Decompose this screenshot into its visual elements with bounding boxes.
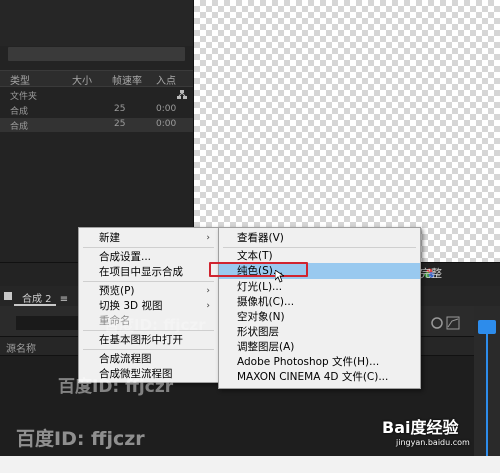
menu-item-viewer[interactable]: 查看器(V) bbox=[219, 230, 420, 246]
project-row[interactable]: 文件夹 bbox=[0, 88, 193, 102]
row-type: 合成 bbox=[10, 107, 29, 117]
motion-blur-icon[interactable] bbox=[430, 316, 444, 330]
menu-item-preview[interactable]: 预览(P) › bbox=[79, 283, 218, 299]
row-type: 合成 bbox=[10, 122, 29, 132]
resolution-selector[interactable]: 完整 bbox=[420, 265, 442, 281]
row-type: 文件夹 bbox=[10, 92, 38, 102]
annotation-highlight-box bbox=[209, 262, 308, 277]
tab-composition-2[interactable]: 合成 2 ≡ bbox=[22, 290, 68, 305]
menu-item-photoshop-file[interactable]: Adobe Photoshop 文件(H)... bbox=[219, 354, 420, 370]
tab-menu-icon[interactable]: ≡ bbox=[60, 294, 68, 305]
column-size[interactable]: 大小 bbox=[72, 72, 92, 87]
project-row-selected[interactable]: 合成 25 0:00 bbox=[0, 118, 193, 132]
menu-item-reveal-in-project[interactable]: 在项目中显示合成 bbox=[79, 264, 218, 280]
chevron-right-icon: › bbox=[206, 286, 210, 296]
context-menu: 新建 › 合成设置... 在项目中显示合成 预览(P) › 切换 3D 视图 › 重命… bbox=[78, 227, 219, 383]
composition-viewer-transparency[interactable] bbox=[194, 0, 500, 262]
column-type[interactable]: 类型 bbox=[10, 72, 30, 87]
watermark-text: 百度ID: ffjczr bbox=[58, 377, 174, 397]
source-name-column[interactable]: 源名称 bbox=[6, 340, 36, 355]
row-in-point: 0:00 bbox=[156, 104, 177, 114]
flowchart-icon[interactable] bbox=[177, 90, 187, 100]
menu-separator bbox=[83, 247, 214, 248]
menu-item-composition-settings[interactable]: 合成设置... bbox=[79, 249, 218, 265]
menu-item-light[interactable]: 灯光(L)... bbox=[219, 279, 420, 295]
project-column-header: 类型 大小 帧速率 入点 bbox=[0, 70, 193, 87]
menu-item-shape-layer[interactable]: 形状图层 bbox=[219, 324, 420, 340]
project-row[interactable]: 合成 25 0:00 bbox=[0, 103, 193, 117]
menu-item-switch-3d-view[interactable]: 切换 3D 视图 › bbox=[79, 298, 218, 314]
project-preview-area bbox=[0, 0, 193, 46]
watermark-text: 百度ID: ffjczr bbox=[104, 316, 206, 334]
menu-item-null-object[interactable]: 空对象(N) bbox=[219, 309, 420, 325]
menu-separator bbox=[83, 349, 214, 350]
close-icon[interactable] bbox=[4, 292, 12, 300]
footer-strip bbox=[0, 456, 500, 473]
chevron-right-icon: › bbox=[206, 301, 210, 311]
row-fps: 25 bbox=[114, 119, 126, 129]
baidu-jingyan-logo: Bai度经验 jingyan.baidu.com bbox=[382, 414, 494, 456]
menu-item-adjustment-layer[interactable]: 调整图层(A) bbox=[219, 339, 420, 355]
row-in-point: 0:00 bbox=[156, 119, 177, 129]
new-submenu: 查看器(V) 文本(T) 纯色(S)... 灯光(L)... 摄像机(C)...… bbox=[218, 227, 421, 389]
logo-site-text: jingyan.baidu.com bbox=[396, 438, 470, 447]
menu-item-composition-flowchart[interactable]: 合成流程图 bbox=[79, 351, 218, 367]
mouse-cursor-icon bbox=[275, 270, 284, 283]
column-in-point[interactable]: 入点 bbox=[156, 72, 176, 87]
menu-item-cinema-4d-file[interactable]: MAXON CINEMA 4D 文件(C)... bbox=[219, 369, 420, 385]
menu-item-new[interactable]: 新建 › bbox=[79, 230, 218, 246]
project-search-input[interactable] bbox=[8, 47, 185, 61]
watermark-text: 百度ID: ffjczr bbox=[16, 428, 145, 450]
row-fps: 25 bbox=[114, 104, 126, 114]
graph-editor-icon[interactable] bbox=[446, 316, 460, 330]
logo-brand-text: Bai度经验 bbox=[382, 418, 459, 437]
menu-item-camera[interactable]: 摄像机(C)... bbox=[219, 294, 420, 310]
column-fps[interactable]: 帧速率 bbox=[112, 72, 142, 87]
playhead-handle[interactable] bbox=[478, 320, 496, 334]
menu-separator bbox=[83, 281, 214, 282]
chevron-right-icon: › bbox=[206, 233, 210, 243]
